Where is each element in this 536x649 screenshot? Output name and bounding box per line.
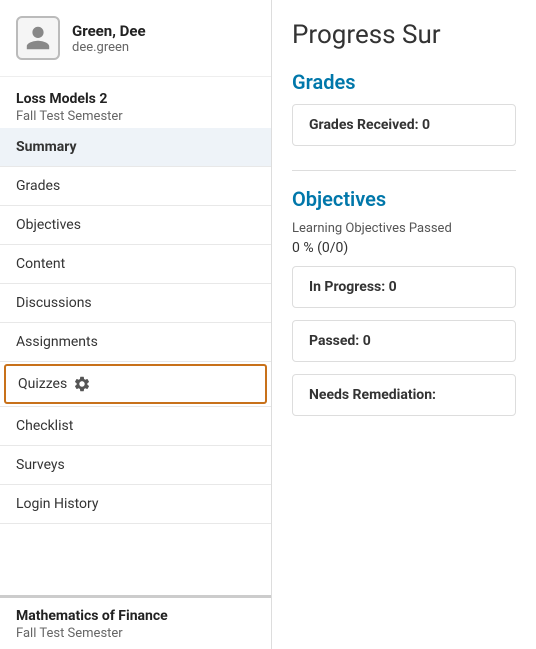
avatar xyxy=(16,16,60,60)
course-section-1: Loss Models 2 Fall Test Semester xyxy=(0,77,271,128)
sidebar-item-discussions[interactable]: Discussions xyxy=(0,284,271,323)
grades-received-label: Grades Received: 0 xyxy=(309,117,430,133)
grades-heading: Grades xyxy=(292,70,516,94)
course-semester-1: Fall Test Semester xyxy=(16,109,255,124)
sidebar-item-summary[interactable]: Summary xyxy=(0,128,271,167)
objectives-section: Objectives Learning Objectives Passed 0 … xyxy=(292,187,516,416)
quiz-settings-icon xyxy=(73,375,91,393)
sidebar-item-objectives[interactable]: Objectives xyxy=(0,206,271,245)
user-info: Green, Dee dee.green xyxy=(72,22,146,55)
sidebar-item-quizzes[interactable]: Quizzes xyxy=(0,364,271,407)
sidebar-item-login-history[interactable]: Login History xyxy=(0,485,271,524)
page-title: Progress Sur xyxy=(292,20,516,50)
sidebar-item-surveys[interactable]: Surveys xyxy=(0,446,271,485)
objectives-subtitle: Learning Objectives Passed xyxy=(292,221,516,236)
passed-label: Passed: 0 xyxy=(309,333,371,349)
user-header: Green, Dee dee.green xyxy=(0,0,271,77)
main-content: Progress Sur Grades Grades Received: 0 O… xyxy=(272,0,536,649)
sidebar-item-assignments[interactable]: Assignments xyxy=(0,323,271,362)
course-title-1: Loss Models 2 xyxy=(16,91,255,107)
in-progress-label: In Progress: 0 xyxy=(309,279,397,295)
grades-section: Grades Grades Received: 0 xyxy=(292,70,516,146)
sidebar-item-grades[interactable]: Grades xyxy=(0,167,271,206)
objectives-heading: Objectives xyxy=(292,187,516,211)
course-semester-2: Fall Test Semester xyxy=(16,626,255,641)
needs-remediation-label: Needs Remediation: xyxy=(309,387,436,403)
sidebar-item-checklist[interactable]: Checklist xyxy=(0,407,271,446)
in-progress-card: In Progress: 0 xyxy=(292,266,516,308)
course-section-2: Mathematics of Finance Fall Test Semeste… xyxy=(0,595,271,649)
passed-card: Passed: 0 xyxy=(292,320,516,362)
course-title-2: Mathematics of Finance xyxy=(16,608,255,624)
user-name: Green, Dee xyxy=(72,22,146,40)
grades-card: Grades Received: 0 xyxy=(292,104,516,146)
sidebar: Green, Dee dee.green Loss Models 2 Fall … xyxy=(0,0,272,649)
nav-list: Summary Grades Objectives Content Discus… xyxy=(0,128,271,591)
sidebar-item-content[interactable]: Content xyxy=(0,245,271,284)
needs-remediation-card: Needs Remediation: xyxy=(292,374,516,416)
user-login: dee.green xyxy=(72,40,146,55)
objectives-percent: 0 % (0/0) xyxy=(292,240,516,256)
section-divider-1 xyxy=(292,170,516,171)
